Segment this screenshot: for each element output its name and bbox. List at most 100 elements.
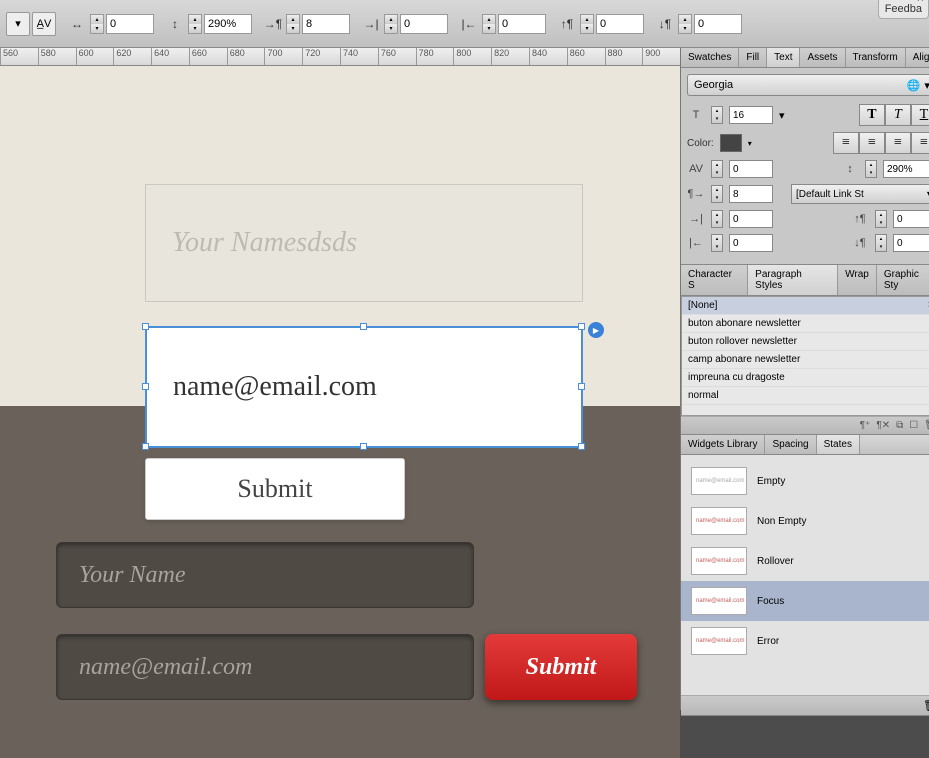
space-before-spinner-panel[interactable]: ▴▾	[875, 210, 887, 228]
trash-icon[interactable]: 🗑	[923, 699, 929, 712]
new-style-icon[interactable]: ☐	[909, 420, 918, 431]
state-thumbnail: name@email.com	[691, 627, 747, 655]
text-color-swatch[interactable]	[720, 134, 742, 152]
tab-text[interactable]: Text	[767, 48, 800, 67]
tab-spacing[interactable]: Spacing	[765, 435, 816, 454]
left-indent-icon: →|	[687, 210, 705, 228]
space-before-field-panel[interactable]: 0	[893, 210, 929, 228]
link-style-dropdown[interactable]: [Default Link St▾	[791, 184, 929, 204]
clear-override-icon[interactable]: ¶✕	[876, 420, 890, 431]
indent2-field[interactable]: 0	[400, 14, 448, 34]
indent1-spinner[interactable]: ▴▾	[286, 14, 300, 34]
trash-icon[interactable]: 🗑	[924, 420, 929, 431]
unlink-icon[interactable]: ¶⁺	[860, 420, 871, 431]
dark-submit-button[interactable]: Submit	[485, 634, 637, 700]
tab-paragraph-styles[interactable]: Paragraph Styles	[748, 265, 838, 295]
bold-button[interactable]: T	[859, 104, 885, 126]
leading-icon: ↕	[841, 160, 859, 178]
ruler-mark: 840	[529, 48, 567, 65]
leading-field-panel[interactable]: 290%	[883, 160, 929, 178]
para-indent-field[interactable]: 8	[729, 185, 773, 203]
tab-align[interactable]: Align	[906, 48, 929, 67]
state-row-focus[interactable]: name@email.comFocus	[681, 581, 929, 621]
tab-swatches[interactable]: Swatches	[681, 48, 739, 67]
tab-character-s[interactable]: Character S	[681, 265, 748, 295]
leading-field[interactable]: 290%	[204, 14, 252, 34]
space-after-field-panel[interactable]: 0	[893, 234, 929, 252]
leading-spinner[interactable]: ▴▾	[188, 14, 202, 34]
tab-wrap[interactable]: Wrap	[838, 265, 877, 295]
tracking-icon: AV	[687, 160, 705, 178]
indent3-field[interactable]: 0	[498, 14, 546, 34]
ruler-mark: 600	[76, 48, 114, 65]
align-right-button[interactable]: ≡	[885, 132, 911, 154]
indent1-field[interactable]: 8	[302, 14, 350, 34]
canvas[interactable]: 5605806006206406606807007207407607808008…	[0, 48, 680, 710]
space-after-spinner[interactable]: ▴▾	[678, 14, 692, 34]
align-left-button[interactable]: ≡	[833, 132, 859, 154]
link-icon[interactable]: ⧉	[896, 420, 903, 431]
font-family-dropdown[interactable]: Georgia 🌐▾	[687, 74, 929, 96]
right-indent-field[interactable]: 0	[729, 234, 773, 252]
para-indent-icon: ¶→	[687, 185, 705, 203]
paragraph-style-item[interactable]: buton rollover newsletter	[682, 333, 929, 351]
underline-button[interactable]: T	[911, 104, 929, 126]
email-input-selected[interactable]: name@email.com	[145, 326, 583, 448]
tab-widgets-library[interactable]: Widgets Library	[681, 435, 765, 454]
ruler-mark: 620	[113, 48, 151, 65]
space-after-icon: ↓¶	[851, 234, 869, 252]
tracking-spinner[interactable]: ▴▾	[90, 14, 104, 34]
paragraph-style-item[interactable]: [None]✖	[682, 297, 929, 315]
globe-icon: 🌐	[907, 79, 921, 92]
space-before-field[interactable]: 0	[596, 14, 644, 34]
ruler-mark: 800	[453, 48, 491, 65]
kerning-icon[interactable]: A̲V	[32, 12, 56, 36]
indent2-spinner[interactable]: ▴▾	[384, 14, 398, 34]
state-label: Empty	[757, 476, 785, 487]
space-before-spinner[interactable]: ▴▾	[580, 14, 594, 34]
italic-button[interactable]: T	[885, 104, 911, 126]
paragraph-style-item[interactable]: buton abonare newsletter	[682, 315, 929, 333]
ruler-mark: 740	[340, 48, 378, 65]
name-input-preview[interactable]: Your Namesdsds	[145, 184, 583, 302]
left-indent-icon: →|	[360, 14, 382, 34]
state-row-error[interactable]: name@email.comError	[681, 621, 929, 661]
align-center-button[interactable]: ≡	[859, 132, 885, 154]
left-indent-field[interactable]: 0	[729, 210, 773, 228]
tab-transform[interactable]: Transform	[846, 48, 906, 67]
dark-name-input[interactable]: Your Name	[56, 542, 474, 608]
leading-spinner-panel[interactable]: ▴▾	[865, 160, 877, 178]
options-toolbar: ▾ A̲V ↔ ▴▾ 0 ↕ ▴▾ 290% →¶ ▴▾ 8 →| ▴▾ 0 |…	[0, 0, 929, 48]
paragraph-style-item[interactable]: normal	[682, 387, 929, 405]
submit-button-light[interactable]: Submit	[145, 458, 405, 520]
font-size-field[interactable]: 16	[729, 106, 773, 124]
state-row-non-empty[interactable]: name@email.comNon Empty	[681, 501, 929, 541]
tab-fill[interactable]: Fill	[739, 48, 767, 67]
ruler-mark: 640	[151, 48, 189, 65]
space-before-icon: ↑¶	[556, 14, 578, 34]
state-row-empty[interactable]: name@email.comEmpty	[681, 461, 929, 501]
indent3-spinner[interactable]: ▴▾	[482, 14, 496, 34]
text-style-dropdown[interactable]: ▾	[6, 12, 30, 36]
para-indent-spinner[interactable]: ▴▾	[711, 185, 723, 203]
left-indent-spinner[interactable]: ▴▾	[711, 210, 723, 228]
play-indicator-icon[interactable]: ▶	[588, 322, 604, 338]
ruler-mark: 860	[567, 48, 605, 65]
tab-states[interactable]: States	[817, 435, 860, 454]
tab-assets[interactable]: Assets	[800, 48, 845, 67]
paragraph-style-item[interactable]: camp abonare newsletter	[682, 351, 929, 369]
tracking-spinner-panel[interactable]: ▴▾	[711, 160, 723, 178]
space-after-field[interactable]: 0	[694, 14, 742, 34]
first-line-indent-icon: →¶	[262, 14, 284, 34]
font-size-spinner[interactable]: ▴▾	[711, 106, 723, 124]
tracking-field-panel[interactable]: 0	[729, 160, 773, 178]
right-indent-spinner[interactable]: ▴▾	[711, 234, 723, 252]
ruler-mark: 880	[605, 48, 643, 65]
state-row-rollover[interactable]: name@email.comRollover	[681, 541, 929, 581]
space-after-spinner-panel[interactable]: ▴▾	[875, 234, 887, 252]
dark-email-input[interactable]: name@email.com	[56, 634, 474, 700]
align-justify-button[interactable]: ≡	[911, 132, 929, 154]
paragraph-style-item[interactable]: impreuna cu dragoste	[682, 369, 929, 387]
tab-graphic-sty[interactable]: Graphic Sty	[877, 265, 929, 295]
tracking-field[interactable]: 0	[106, 14, 154, 34]
